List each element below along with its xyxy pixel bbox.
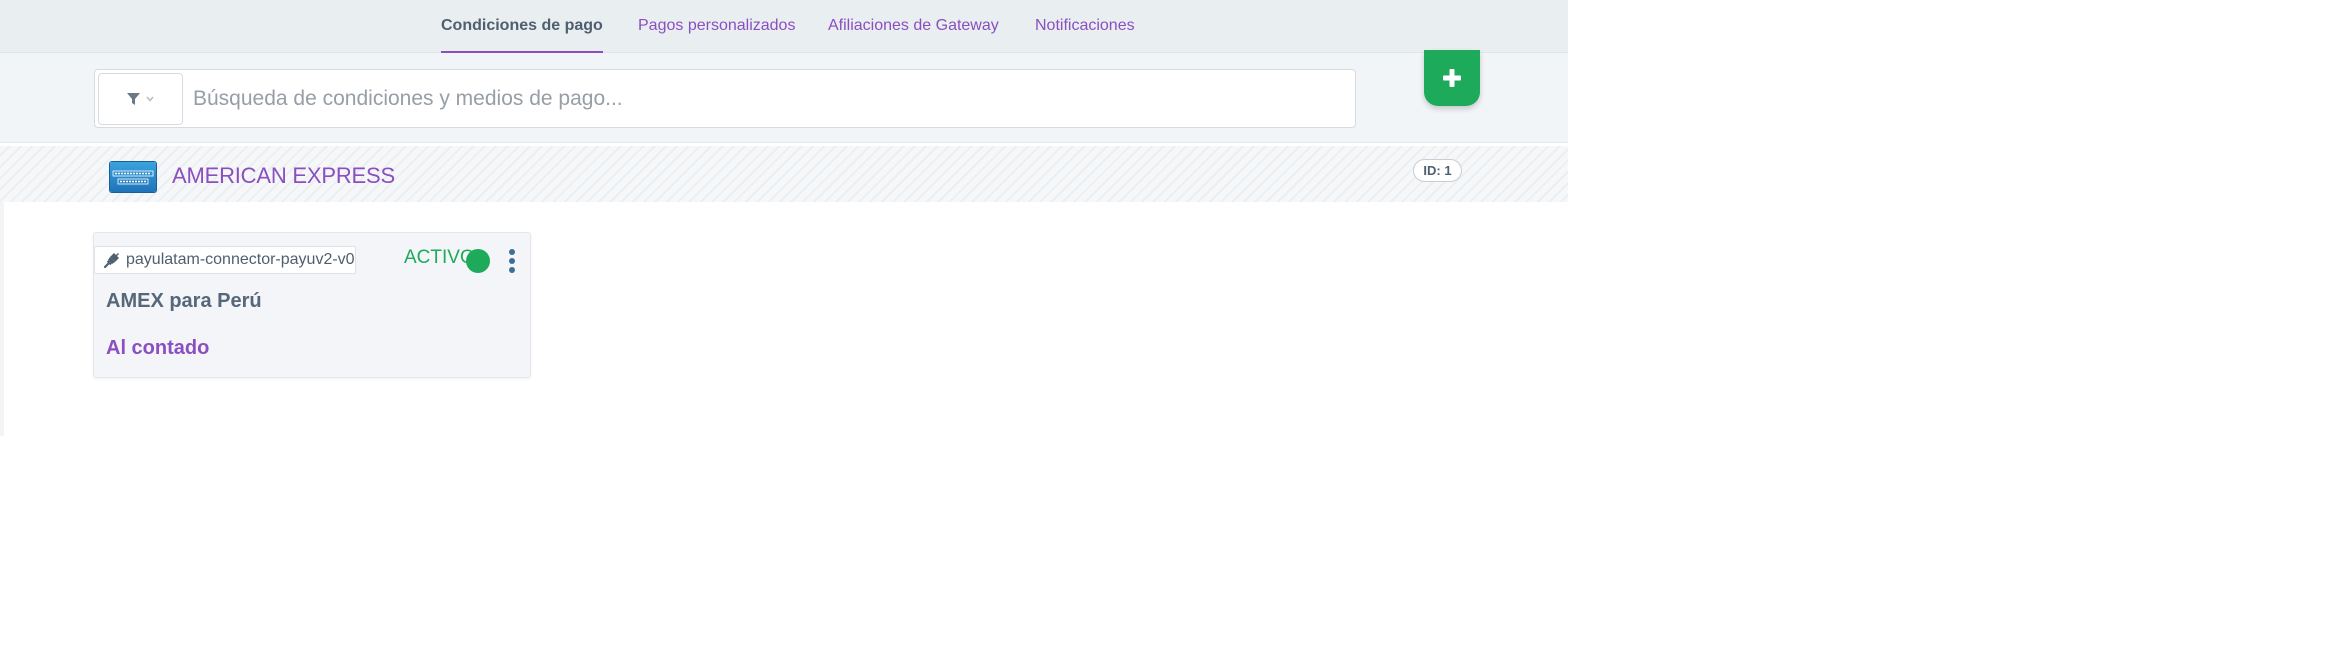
amex-logo [110,162,156,192]
card-title: AMEX para Perú [106,290,262,312]
left-edge [0,202,4,436]
filter-icon [126,93,154,105]
connector-name: payulatam-connector-payuv2-v0 [126,251,355,268]
connector-tag: payulatam-connector-payuv2-v0 [94,246,356,274]
more-options-icon[interactable] [505,248,519,274]
tab-pagos-personalizados[interactable]: Pagos personalizados [638,0,795,53]
brand-name: AMERICAN EXPRESS [172,163,395,188]
plus-icon [1443,69,1461,87]
search-input[interactable] [191,76,1341,122]
amex-logo-graphic [112,170,154,185]
status-label: ACTIVO [404,247,475,268]
search-box [94,69,1356,128]
filter-button[interactable] [98,73,183,125]
search-bar-area [0,53,1568,143]
top-nav: Condiciones de pago Pagos personalizados… [0,0,1568,53]
id-badge: ID: 1 [1413,159,1462,182]
tab-condiciones-de-pago[interactable]: Condiciones de pago [441,0,603,53]
add-button[interactable] [1424,50,1480,106]
status-indicator [466,249,490,273]
card-subtitle: Al contado [106,337,210,359]
plug-icon [103,253,119,269]
tab-afiliaciones-de-gateway[interactable]: Afiliaciones de Gateway [828,0,999,53]
brand-header: AMERICAN EXPRESS ID: 1 [0,146,1568,202]
tab-notificaciones[interactable]: Notificaciones [1035,0,1135,53]
payment-condition-card[interactable]: payulatam-connector-payuv2-v0 ACTIVO AME… [93,232,531,378]
